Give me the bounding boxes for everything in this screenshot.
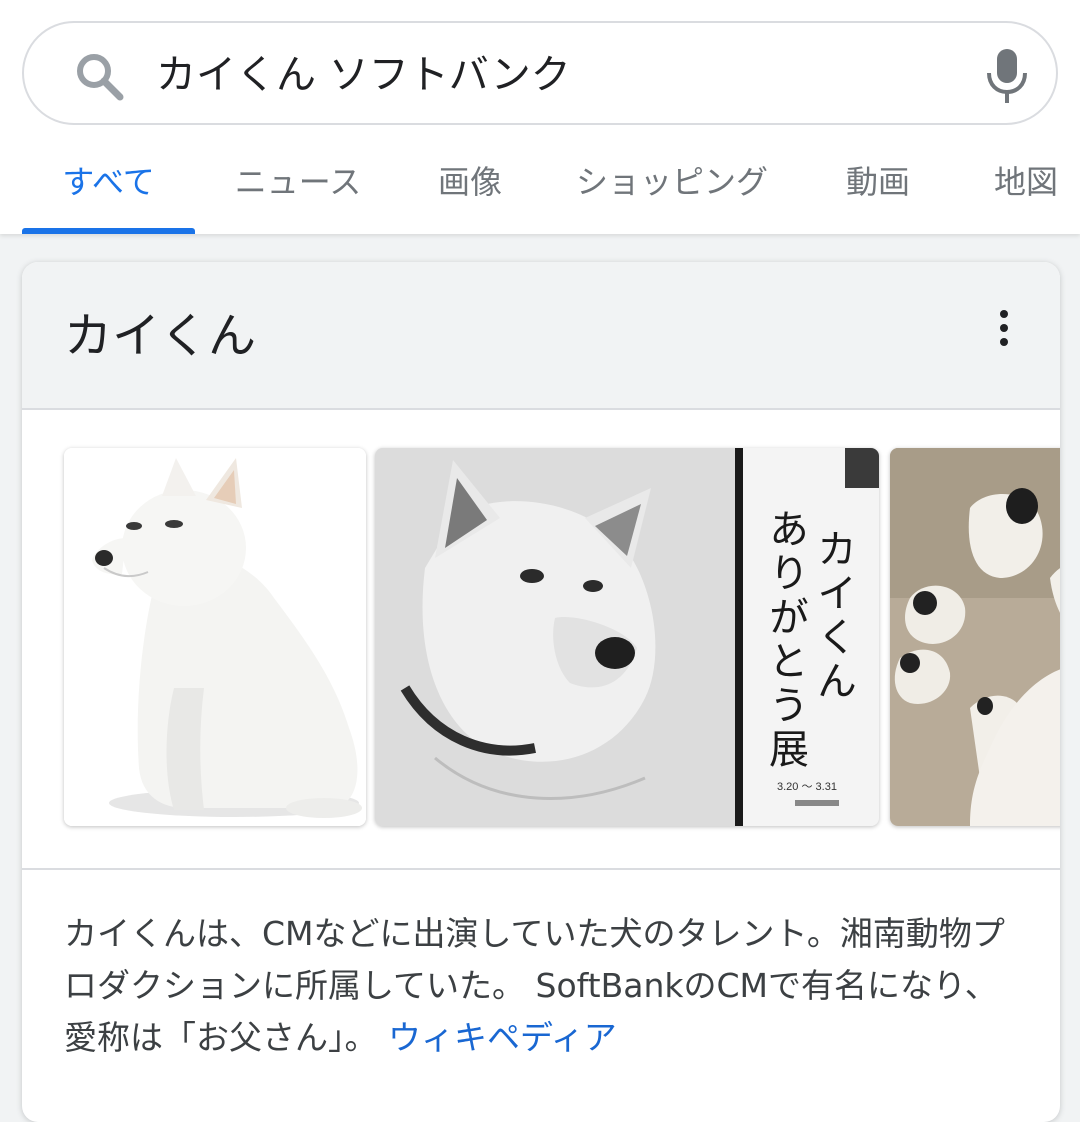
image-carousel: カイくん ありがとう展 3.20 ～ 3.31 xyxy=(22,410,1060,868)
search-box[interactable]: カイくん ソフトバンク xyxy=(22,21,1058,125)
search-icon[interactable] xyxy=(72,49,128,105)
tab-maps[interactable]: 地図 xyxy=(976,140,1076,234)
image-thumbnail-2[interactable]: カイくん ありがとう展 3.20 ～ 3.31 xyxy=(375,448,879,826)
knowledge-panel-header: カイくん xyxy=(22,262,1060,410)
tab-all[interactable]: すべて xyxy=(22,140,195,234)
tab-videos[interactable]: 動画 xyxy=(828,140,928,234)
more-options-icon[interactable] xyxy=(994,308,1014,348)
knowledge-panel-title: カイくん xyxy=(64,308,257,364)
knowledge-panel-description: カイくんは、CMなどに出演していた犬のタレント。湘南動物プロダクションに所属して… xyxy=(64,908,1024,1064)
sign-text-col2: ありがとう展 xyxy=(763,508,808,772)
search-query[interactable]: カイくん ソフトバンク xyxy=(156,45,571,105)
image-thumbnail-1[interactable] xyxy=(64,448,366,826)
sign-dates: 3.20 ～ 3.31 xyxy=(777,781,837,793)
dog-portrait-image: カイくん ありがとう展 3.20 ～ 3.31 xyxy=(375,448,879,826)
search-header: カイくん ソフトバンク すべて ニュース 画像 ショッピング 動画 地図 xyxy=(0,0,1080,234)
search-tabs: すべて ニュース 画像 ショッピング 動画 地図 xyxy=(0,140,1080,234)
dog-figurines-image xyxy=(890,448,1060,826)
tab-news[interactable]: ニュース xyxy=(218,140,378,234)
microphone-icon[interactable] xyxy=(984,47,1030,105)
active-tab-indicator xyxy=(22,228,195,234)
knowledge-panel: カイくん カイくん ありがとう展 3.20 ～ 3.31 カイくんは、CMなどに… xyxy=(22,262,1060,1122)
dog-sitting-image xyxy=(64,448,366,826)
sign-text-col1: カイくん xyxy=(811,528,855,704)
image-thumbnail-3[interactable] xyxy=(890,448,1060,826)
wikipedia-link[interactable]: ウィキペディア xyxy=(388,1018,617,1057)
divider xyxy=(22,868,1060,870)
tab-images[interactable]: 画像 xyxy=(420,140,520,234)
tab-shopping[interactable]: ショッピング xyxy=(572,140,772,234)
